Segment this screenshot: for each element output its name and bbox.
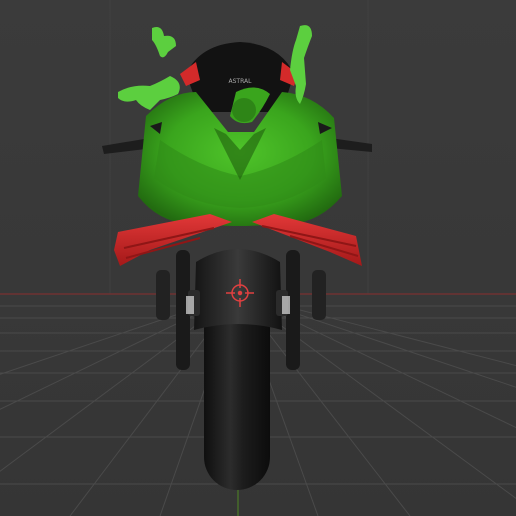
3d-viewport[interactable]: ASTRAL bbox=[0, 0, 516, 516]
windshield-logo: ASTRAL bbox=[229, 78, 253, 85]
viewport-canvas[interactable]: ASTRAL bbox=[0, 0, 516, 516]
front-fender bbox=[194, 249, 282, 330]
